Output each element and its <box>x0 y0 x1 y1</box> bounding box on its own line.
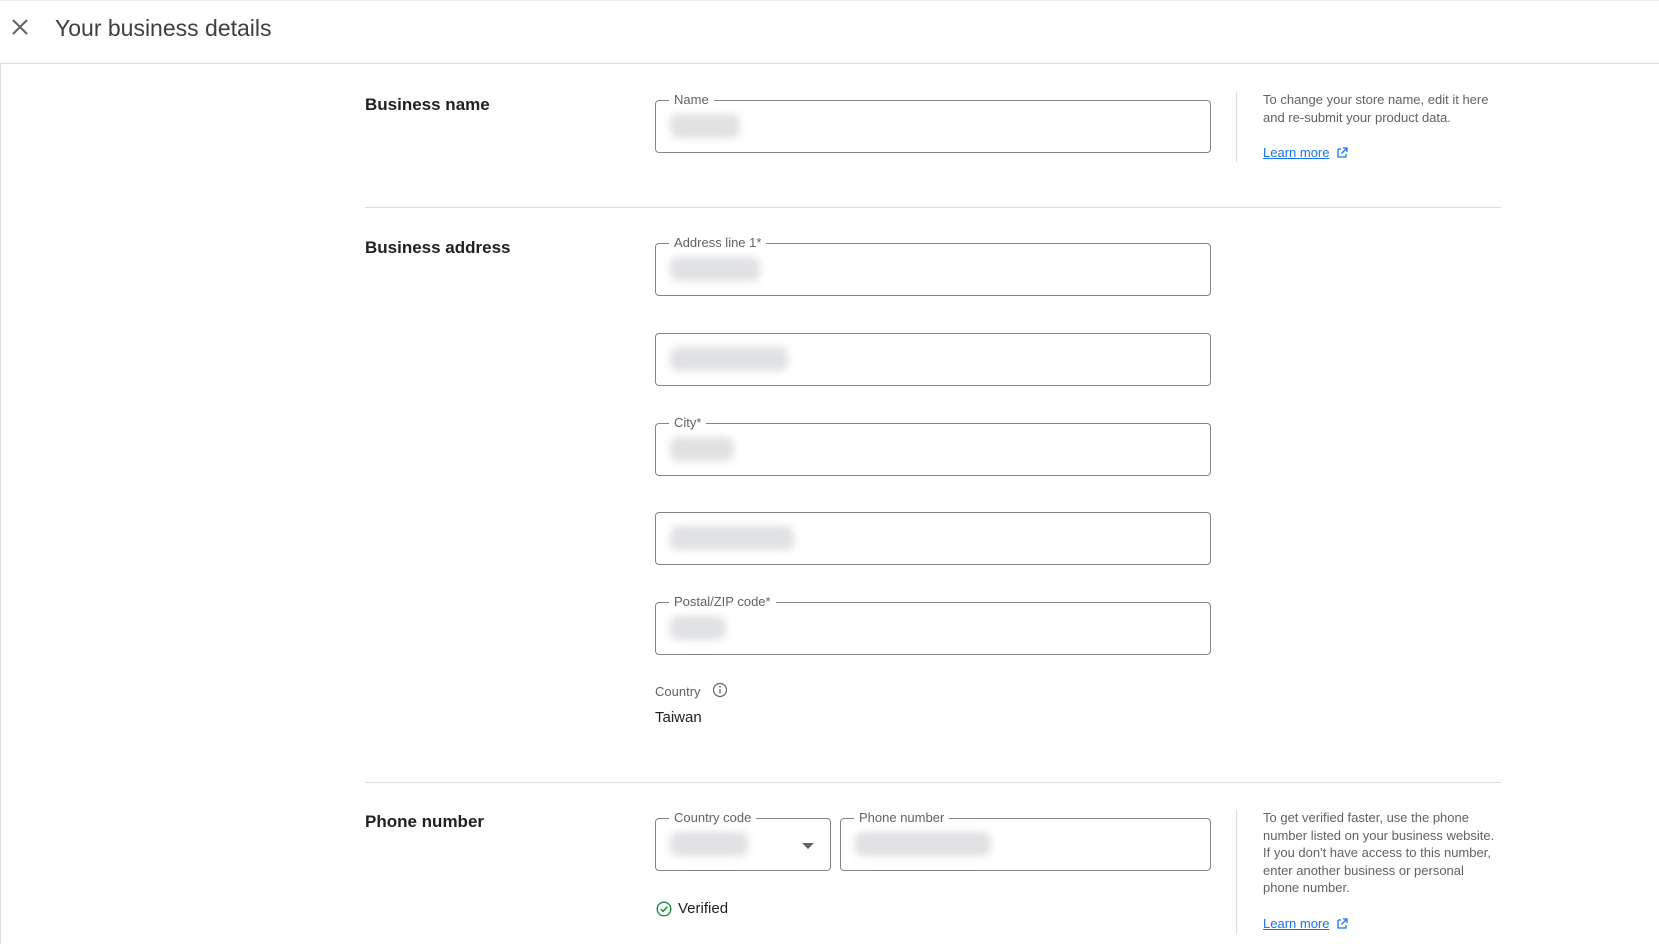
country-code-label: Country code <box>669 810 757 826</box>
country-code-select[interactable]: Country code <box>655 810 831 871</box>
vertical-divider <box>1236 810 1237 934</box>
section-title-phone-number: Phone number <box>365 812 485 831</box>
left-border <box>0 64 1 944</box>
dropdown-arrow-icon <box>802 843 814 849</box>
postal-code-label: Postal/ZIP code* <box>669 594 776 610</box>
address-line1-value <box>670 257 760 281</box>
close-icon <box>12 19 28 35</box>
postal-code-value <box>670 616 726 640</box>
name-field[interactable]: Name <box>655 92 1211 153</box>
section-divider <box>365 782 1501 783</box>
section-title-business-address: Business address <box>365 238 511 257</box>
city-value <box>670 437 734 461</box>
phone-number-field[interactable]: Phone number <box>840 810 1211 871</box>
check-circle-icon <box>656 901 672 917</box>
header-bar: Your business details <box>0 0 1659 64</box>
address-line1-label: Address line 1* <box>669 235 767 251</box>
phone-learn-more-link[interactable]: Learn more <box>1263 916 1349 931</box>
region-value <box>670 526 794 550</box>
region-field[interactable] <box>655 512 1211 565</box>
phone-help-text: To get verified faster, use the phone nu… <box>1263 810 1495 895</box>
verified-status: Verified <box>678 900 729 917</box>
business-name-help-text: To change your store name, edit it here … <box>1263 92 1489 125</box>
info-icon[interactable] <box>712 682 728 698</box>
address-line2-value <box>670 347 788 371</box>
name-field-value <box>670 114 740 138</box>
section-divider <box>365 207 1501 208</box>
external-link-icon <box>1337 147 1349 158</box>
name-field-label: Name <box>669 92 714 108</box>
phone-number-value <box>855 832 991 856</box>
learn-more-label: Learn more <box>1263 916 1330 931</box>
close-button[interactable] <box>8 15 32 39</box>
postal-code-field[interactable]: Postal/ZIP code* <box>655 594 1211 655</box>
city-field[interactable]: City* <box>655 415 1211 476</box>
learn-more-label: Learn more <box>1263 145 1330 160</box>
business-name-learn-more-link[interactable]: Learn more <box>1263 145 1349 160</box>
country-value: Taiwan <box>655 709 702 726</box>
country-code-value <box>670 832 748 856</box>
external-link-icon <box>1337 918 1349 929</box>
city-label: City* <box>669 415 707 431</box>
vertical-divider <box>1236 92 1237 162</box>
address-line1-field[interactable]: Address line 1* <box>655 235 1211 296</box>
page-title: Your business details <box>55 15 272 41</box>
country-label: Country <box>655 684 701 699</box>
address-line2-field[interactable] <box>655 333 1211 386</box>
phone-number-label: Phone number <box>854 810 950 826</box>
section-title-business-name: Business name <box>365 95 490 114</box>
